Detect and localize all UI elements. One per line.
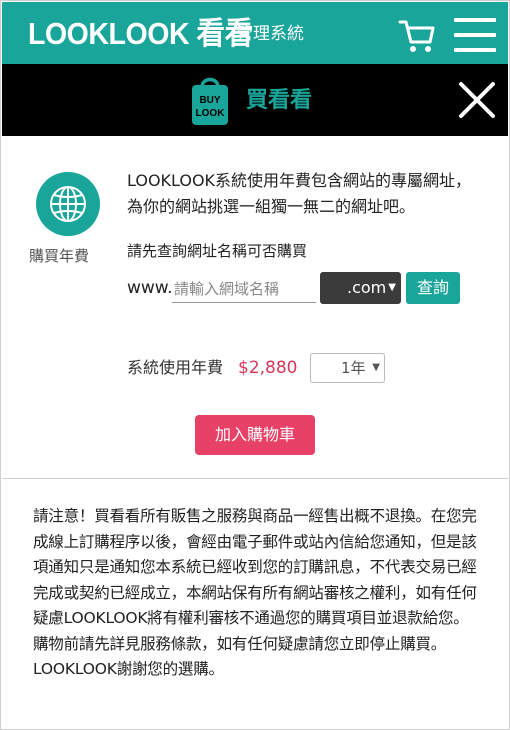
query-instruction: 請先查詢網址名稱可否購買: [127, 242, 308, 260]
www-prefix: www.: [127, 278, 173, 298]
divider: [2, 478, 508, 479]
globe-label: 購買年費: [29, 247, 90, 265]
description-text: LOOKLOOK系統使用年費包含網站的專屬網址，為你的網站挑選一組獨一無二的網址…: [127, 171, 472, 216]
buy-bag-icon: BUY LOOK: [192, 77, 228, 125]
logo[interactable]: LOOKLOOK 看看: [28, 14, 253, 54]
tld-select[interactable]: .com ▼: [320, 272, 401, 304]
query-button[interactable]: 查詢: [406, 272, 460, 304]
year-selected-value: 1年: [341, 359, 366, 377]
chevron-down-icon: ▼: [372, 362, 380, 373]
fee-label: 系統使用年費: [127, 358, 224, 377]
top-header: LOOKLOOK 看看 管理系統: [2, 2, 508, 64]
globe-icon: [36, 172, 100, 236]
chevron-down-icon: ▼: [388, 282, 396, 293]
cart-icon[interactable]: [397, 16, 437, 56]
add-to-cart-button[interactable]: 加入購物車: [195, 415, 315, 455]
notice-text: 請注意！買看看所有販售之服務與商品一經售出概不退換。在您完成線上訂購程序以後，會…: [33, 507, 477, 678]
domain-input[interactable]: [172, 275, 316, 303]
modal-header: BUY LOOK 買看看: [2, 64, 508, 136]
year-select[interactable]: 1年 ▼: [310, 353, 385, 383]
menu-icon[interactable]: [454, 18, 496, 54]
close-icon[interactable]: [456, 79, 498, 121]
bag-text-top: BUY: [199, 95, 220, 106]
header-subtitle: 管理系統: [236, 24, 304, 44]
bag-text-bottom: LOOK: [196, 108, 226, 119]
fee-price: $2,880: [238, 358, 298, 378]
tld-selected-value: .com: [347, 278, 387, 297]
modal-title: 買看看: [246, 88, 313, 113]
